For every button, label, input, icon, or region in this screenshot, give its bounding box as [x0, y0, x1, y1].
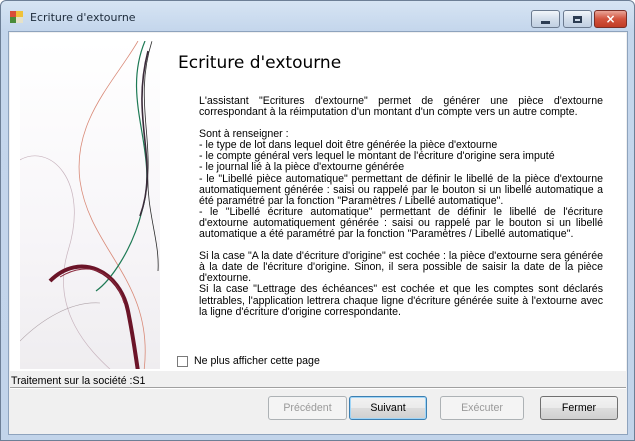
minimize-icon	[541, 20, 550, 24]
maximize-icon	[573, 15, 582, 23]
execute-button[interactable]: Exécuter	[440, 396, 524, 420]
app-icon	[10, 11, 23, 23]
decorative-side-illustration	[20, 41, 160, 369]
close-button[interactable]: Fermer	[540, 396, 618, 420]
list-item: - le "Libellé écriture automatique" perm…	[199, 205, 603, 241]
title-bar[interactable]: Ecriture d'extourne ×	[1, 1, 634, 31]
window-title: Ecriture d'extourne	[30, 11, 136, 24]
dont-show-again-checkbox[interactable]	[177, 355, 188, 367]
content-panel: Ecriture d'extourne L'assistant "Ecritur…	[10, 33, 626, 371]
footer-divider	[10, 387, 626, 389]
note-paragraph: Si la case "A la date d'écriture d'origi…	[199, 250, 603, 285]
dont-show-again-option[interactable]: Ne plus afficher cette page	[177, 355, 320, 367]
description-text: L'assistant "Ecritures d'extourne" perme…	[199, 95, 603, 318]
close-icon: ×	[605, 12, 616, 26]
previous-button[interactable]: Précédent	[268, 396, 347, 420]
close-window-button[interactable]: ×	[594, 10, 627, 28]
minimize-button[interactable]	[531, 10, 560, 28]
list-item: - le journal lié à la pièce d'extourne g…	[199, 161, 405, 174]
note-paragraph: Si la case "Lettrage des échéances" est …	[199, 283, 603, 318]
list-item: - le "Libellé pièce automatique" permett…	[199, 172, 603, 207]
dont-show-again-label[interactable]: Ne plus afficher cette page	[194, 355, 320, 367]
intro-paragraph: L'assistant "Ecritures d'extourne" perme…	[199, 95, 603, 119]
next-button[interactable]: Suivant	[349, 396, 427, 420]
client-area: Ecriture d'extourne L'assistant "Ecritur…	[8, 31, 628, 435]
decorative-curves-icon	[20, 41, 159, 369]
wizard-window: Ecriture d'extourne × Ecriture d'extourn…	[0, 0, 635, 441]
page-title: Ecriture d'extourne	[178, 53, 342, 73]
company-status-text: Traitement sur la société :S1	[11, 375, 146, 387]
maximize-button[interactable]	[563, 10, 592, 28]
